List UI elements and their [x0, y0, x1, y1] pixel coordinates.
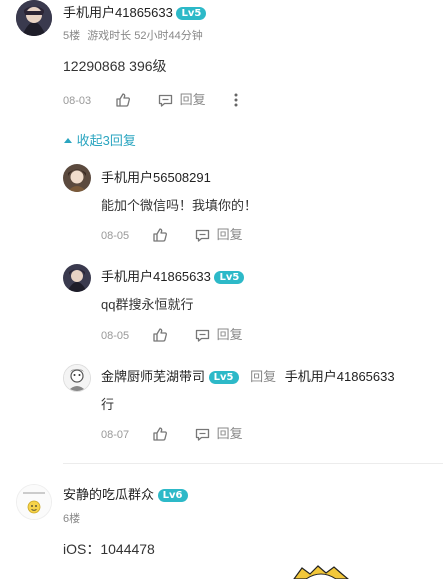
reply-to-username[interactable]: 手机用户41865633 — [285, 369, 395, 384]
reply-date: 08-05 — [101, 330, 130, 342]
reply-button[interactable]: 回复 — [195, 327, 243, 343]
username[interactable]: 安静的吃瓜群众 — [63, 487, 154, 502]
reply-avatar[interactable] — [63, 164, 91, 192]
username[interactable]: 金牌厨师芜湖带司 — [101, 369, 205, 384]
reply-to-word: 回复 — [250, 369, 277, 384]
thumbs-up-icon — [116, 93, 130, 107]
reply-content: 行 — [101, 397, 115, 412]
comment-icon — [195, 229, 210, 242]
comment-icon — [195, 428, 210, 441]
reply-content: qq群搜永恒就行 — [101, 297, 194, 312]
level-badge: Lv5 — [176, 7, 207, 20]
post-author[interactable]: 安静的吃瓜群众 Lv6 — [63, 487, 188, 503]
reply-label: 回复 — [216, 327, 243, 342]
collapse-label: 收起3回复 — [76, 133, 136, 148]
post-image[interactable] — [292, 564, 350, 579]
reply-button[interactable]: 回复 — [158, 92, 206, 108]
like-button[interactable] — [152, 425, 168, 443]
comment-icon — [195, 329, 210, 342]
username[interactable]: 手机用户41865633 — [63, 5, 173, 20]
reply-author-row: 金牌厨师芜湖带司 Lv5 回复 手机用户41865633 — [101, 369, 395, 385]
thumbs-up-icon — [153, 328, 167, 342]
reply-label: 回复 — [216, 227, 243, 242]
reply-button[interactable]: 回复 — [195, 426, 243, 442]
reply-date: 08-05 — [101, 230, 130, 242]
comment-icon — [158, 94, 173, 107]
reply-avatar[interactable] — [63, 264, 91, 292]
collapse-replies-toggle[interactable]: 收起3回复 — [63, 133, 136, 149]
post-date: 08-03 — [63, 95, 92, 107]
reply-label: 回复 — [216, 426, 243, 441]
reply-author-row[interactable]: 手机用户41865633 Lv5 — [101, 269, 245, 285]
more-dots-icon — [234, 93, 238, 107]
floor-number: 5楼 — [63, 30, 81, 42]
floor-number: 6楼 — [63, 513, 81, 525]
level-badge: Lv6 — [157, 489, 188, 502]
avatar[interactable] — [16, 484, 52, 520]
like-button[interactable] — [115, 91, 131, 109]
reply-button[interactable]: 回复 — [195, 227, 243, 243]
reply-date: 08-07 — [101, 429, 130, 441]
more-button[interactable] — [234, 93, 238, 112]
thumbs-up-icon — [153, 228, 167, 242]
post-content: 12290868 396级 — [63, 58, 167, 74]
level-badge: Lv5 — [208, 371, 239, 384]
reply-label: 回复 — [179, 92, 206, 107]
like-button[interactable] — [152, 226, 168, 244]
like-button[interactable] — [152, 326, 168, 344]
reply-avatar[interactable] — [63, 364, 91, 392]
post-divider — [63, 463, 443, 464]
playtime: 游戏时长 52小时44分钟 — [87, 30, 203, 42]
username[interactable]: 手机用户41865633 — [101, 269, 211, 284]
caret-up-icon — [64, 138, 72, 143]
level-badge: Lv5 — [214, 271, 245, 284]
reply-author[interactable]: 手机用户56508291 — [101, 170, 211, 186]
post-meta: 5楼 游戏时长 52小时44分钟 — [63, 29, 203, 43]
post-author[interactable]: 手机用户41865633 Lv5 — [63, 5, 207, 21]
thumbs-up-icon — [153, 427, 167, 441]
post-content: iOS：1044478 — [63, 541, 155, 557]
avatar[interactable] — [16, 0, 52, 36]
reply-content: 能加个微信吗！我填你的！ — [101, 198, 258, 213]
